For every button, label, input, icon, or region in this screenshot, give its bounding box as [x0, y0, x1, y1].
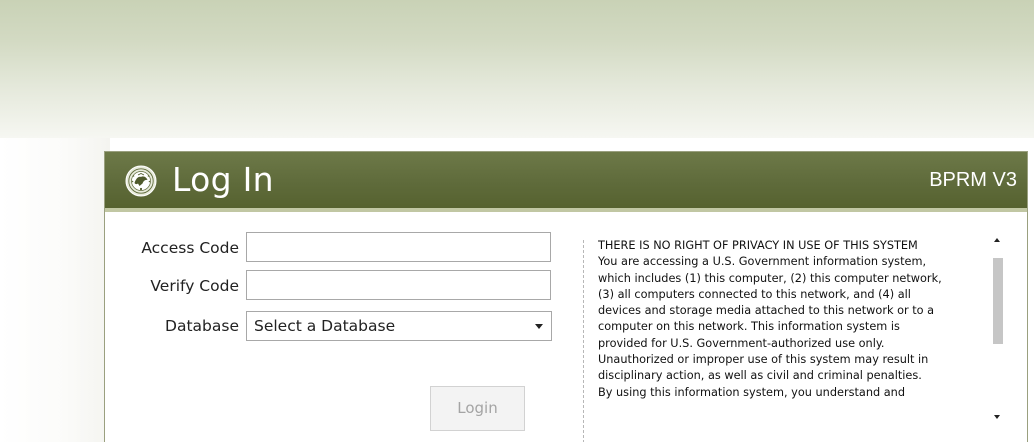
scroll-down-arrow-icon[interactable] — [994, 415, 1000, 419]
scroll-thumb[interactable] — [993, 258, 1003, 344]
scroll-up-arrow-icon[interactable] — [994, 238, 1000, 242]
notice-line: computer on this network. This informati… — [598, 320, 900, 334]
top-banner — [0, 0, 1034, 138]
login-panel: Log In BPRM V3 Access Code Verify Code D… — [104, 151, 1028, 442]
login-form: Access Code Verify Code Database Select … — [105, 212, 575, 442]
page-title: Log In — [172, 160, 274, 199]
app-version: BPRM V3 — [929, 169, 1017, 191]
access-code-label: Access Code — [141, 239, 239, 257]
notice-line: Unauthorized or improper use of this sys… — [598, 353, 929, 367]
privacy-notice: THERE IS NO RIGHT OF PRIVACY IN USE OF T… — [598, 238, 993, 442]
login-header: Log In BPRM V3 — [105, 152, 1027, 212]
notice-line: devices and storage media attached to th… — [598, 304, 935, 318]
login-button[interactable]: Login — [430, 386, 525, 431]
notice-line: disciplinary action, as well as civil an… — [598, 369, 922, 383]
notice-line: THERE IS NO RIGHT OF PRIVACY IN USE OF T… — [598, 239, 918, 252]
database-selected-value: Select a Database — [254, 317, 396, 335]
notice-line: By using this information system, you un… — [598, 385, 905, 399]
notice-line: You are accessing a U.S. Government info… — [598, 255, 927, 269]
database-select[interactable]: Select a Database — [246, 311, 552, 341]
left-background — [0, 138, 110, 442]
chevron-down-icon — [535, 324, 543, 329]
verify-code-input[interactable] — [246, 270, 551, 300]
notice-line: provided for U.S. Government-authorized … — [598, 336, 885, 350]
database-label: Database — [165, 317, 239, 335]
vertical-divider — [583, 240, 584, 442]
verify-code-label: Verify Code — [150, 277, 239, 295]
login-page: Log In BPRM V3 Access Code Verify Code D… — [0, 0, 1034, 442]
notice-scrollbar[interactable] — [989, 236, 1007, 442]
notice-line: (3) all computers connected to this netw… — [598, 287, 911, 301]
department-seal-icon — [125, 165, 157, 197]
notice-line: which includes (1) this computer, (2) th… — [598, 271, 942, 285]
access-code-input[interactable] — [246, 232, 551, 262]
